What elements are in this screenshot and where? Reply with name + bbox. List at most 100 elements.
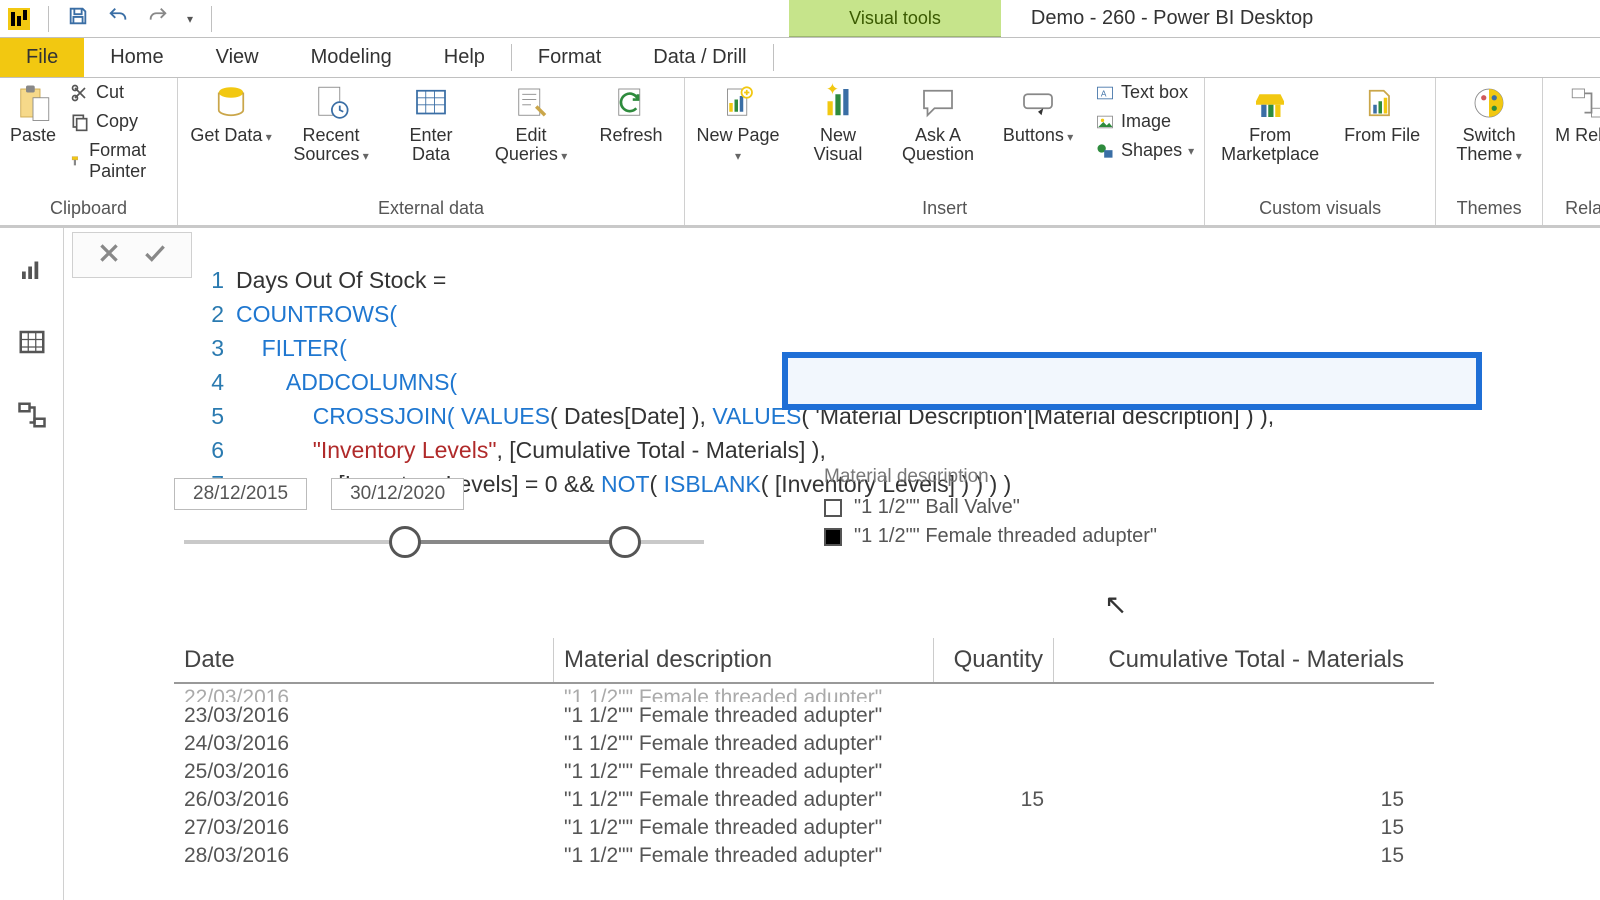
shapes-button[interactable]: Shapes ▾ (1095, 140, 1194, 161)
report-view-icon[interactable] (17, 254, 47, 289)
col-date[interactable]: Date (174, 638, 554, 682)
table-cell (1054, 730, 1414, 758)
slicer-item-female-adapter[interactable]: "1 1/2"" Female threaded adupter" (824, 525, 1157, 548)
table-cell: "1 1/2"" Female threaded adupter" (554, 758, 934, 786)
tab-view[interactable]: View (190, 38, 285, 77)
cut-button[interactable]: Cut (70, 82, 167, 103)
edit-queries-label: Edit Queries (488, 126, 574, 164)
save-icon[interactable] (67, 5, 89, 32)
table-cell: "1 1/2"" Female threaded adupter" (554, 730, 934, 758)
checkbox-unchecked-icon[interactable] (824, 499, 842, 517)
title-bar: ▾ Visual tools Demo - 260 - Power BI Des… (0, 0, 1600, 38)
refresh-button[interactable]: Refresh (588, 82, 674, 145)
table-row[interactable]: 28/03/2016"1 1/2"" Female threaded adupt… (174, 842, 1434, 870)
marketplace-icon (1249, 82, 1291, 124)
tab-modeling[interactable]: Modeling (285, 38, 418, 77)
model-view-icon[interactable] (17, 400, 47, 435)
formula-editor[interactable]: 1Days Out Of Stock = 2COUNTROWS( 3 FILTE… (192, 232, 1600, 502)
svg-text:✦: ✦ (826, 82, 839, 98)
paste-button[interactable]: Paste (10, 82, 56, 145)
group-label-insert: Insert (695, 196, 1194, 223)
table-cell: 15 (1054, 814, 1414, 842)
ask-question-icon (917, 82, 959, 124)
col-quantity[interactable]: Quantity (934, 638, 1054, 682)
slider-thumb-to[interactable] (609, 526, 641, 558)
qat-dropdown-icon[interactable]: ▾ (187, 12, 193, 26)
col-material[interactable]: Material description (554, 638, 934, 682)
table-cell: "1 1/2"" Female threaded adupter" (554, 684, 934, 702)
table-cell: "1 1/2"" Female threaded adupter" (554, 786, 934, 814)
slicer-item-ball-valve[interactable]: "1 1/2"" Ball Valve" (824, 496, 1157, 519)
table-row[interactable]: 27/03/2016"1 1/2"" Female threaded adupt… (174, 814, 1434, 842)
col-cumulative[interactable]: Cumulative Total - Materials (1054, 638, 1414, 682)
quick-access-toolbar: ▾ (0, 0, 220, 37)
table-row[interactable]: 22/03/2016"1 1/2"" Female threaded adupt… (174, 684, 1434, 702)
table-row[interactable]: 26/03/2016"1 1/2"" Female threaded adupt… (174, 786, 1434, 814)
table-row[interactable]: 24/03/2016"1 1/2"" Female threaded adupt… (174, 730, 1434, 758)
image-label: Image (1121, 111, 1171, 132)
window-title: Demo - 260 - Power BI Desktop (1001, 0, 1600, 37)
tab-help[interactable]: Help (418, 38, 511, 77)
tab-file[interactable]: File (0, 38, 84, 77)
slider-track[interactable] (184, 540, 704, 544)
undo-icon[interactable] (107, 5, 129, 32)
date-slicer[interactable]: 28/12/2015 30/12/2020 (174, 478, 734, 544)
table-body: 22/03/2016"1 1/2"" Female threaded adupt… (174, 684, 1434, 870)
table-cell: 15 (1054, 842, 1414, 870)
table-cell: "1 1/2"" Female threaded adupter" (554, 814, 934, 842)
slider-thumb-from[interactable] (389, 526, 421, 558)
table-cell: 22/03/2016 (174, 684, 554, 702)
contextual-tab-header: Visual tools (789, 0, 1001, 37)
table-cell: 26/03/2016 (174, 786, 554, 814)
get-data-button[interactable]: Get Data (188, 82, 274, 145)
new-page-button[interactable]: New Page (695, 82, 781, 164)
new-visual-button[interactable]: ✦New Visual (795, 82, 881, 164)
enter-data-button[interactable]: Enter Data (388, 82, 474, 164)
formula-cancel-icon[interactable] (96, 240, 122, 271)
table-cell: "1 1/2"" Female threaded adupter" (554, 702, 934, 730)
tab-data-drill[interactable]: Data / Drill (627, 38, 772, 77)
recent-sources-button[interactable]: Recent Sources (288, 82, 374, 164)
tab-home[interactable]: Home (84, 38, 189, 77)
enter-data-label: Enter Data (388, 126, 474, 164)
checkbox-checked-icon[interactable] (824, 528, 842, 546)
manage-relationships-button[interactable]: M Relati (1553, 82, 1600, 145)
data-view-icon[interactable] (17, 327, 47, 362)
ask-question-button[interactable]: Ask A Question (895, 82, 981, 164)
text-box-button[interactable]: AText box (1095, 82, 1194, 103)
image-button[interactable]: Image (1095, 111, 1194, 132)
report-canvas[interactable]: 1Days Out Of Stock = 2COUNTROWS( 3 FILTE… (64, 228, 1600, 900)
group-label-clipboard: Clipboard (10, 196, 167, 223)
material-slicer[interactable]: Material description "1 1/2"" Ball Valve… (824, 466, 1157, 554)
group-external-data: Get Data Recent Sources Enter Data Edit … (178, 78, 685, 225)
view-rail (0, 228, 64, 900)
copy-label: Copy (96, 111, 138, 132)
recent-sources-icon (310, 82, 352, 124)
table-cell: 15 (934, 786, 1054, 814)
data-table[interactable]: Date Material description Quantity Cumul… (174, 638, 1434, 870)
ask-question-label: Ask A Question (895, 126, 981, 164)
date-to-input[interactable]: 30/12/2020 (331, 478, 464, 510)
buttons-button[interactable]: Buttons (995, 82, 1081, 145)
group-relationships: M Relati Relati (1543, 78, 1600, 225)
manage-relationships-label: M Relati (1555, 126, 1600, 145)
from-file-label: From File (1344, 126, 1420, 145)
copy-button[interactable]: Copy (70, 111, 167, 132)
table-cell: 25/03/2016 (174, 758, 554, 786)
edit-queries-button[interactable]: Edit Queries (488, 82, 574, 164)
from-marketplace-button[interactable]: From Marketplace (1215, 82, 1325, 164)
table-cell (1054, 758, 1414, 786)
table-cell: "1 1/2"" Female threaded adupter" (554, 842, 934, 870)
switch-theme-button[interactable]: Switch Theme (1446, 82, 1532, 164)
tab-format[interactable]: Format (512, 38, 627, 77)
get-data-label: Get Data (190, 126, 271, 145)
format-painter-button[interactable]: Format Painter (70, 140, 167, 182)
redo-icon[interactable] (147, 5, 169, 32)
from-file-button[interactable]: From File (1339, 82, 1425, 145)
date-from-input[interactable]: 28/12/2015 (174, 478, 307, 510)
table-cell (934, 684, 1054, 702)
formula-commit-icon[interactable] (142, 240, 168, 271)
table-row[interactable]: 23/03/2016"1 1/2"" Female threaded adupt… (174, 702, 1434, 730)
svg-text:A: A (1101, 88, 1107, 98)
table-row[interactable]: 25/03/2016"1 1/2"" Female threaded adupt… (174, 758, 1434, 786)
